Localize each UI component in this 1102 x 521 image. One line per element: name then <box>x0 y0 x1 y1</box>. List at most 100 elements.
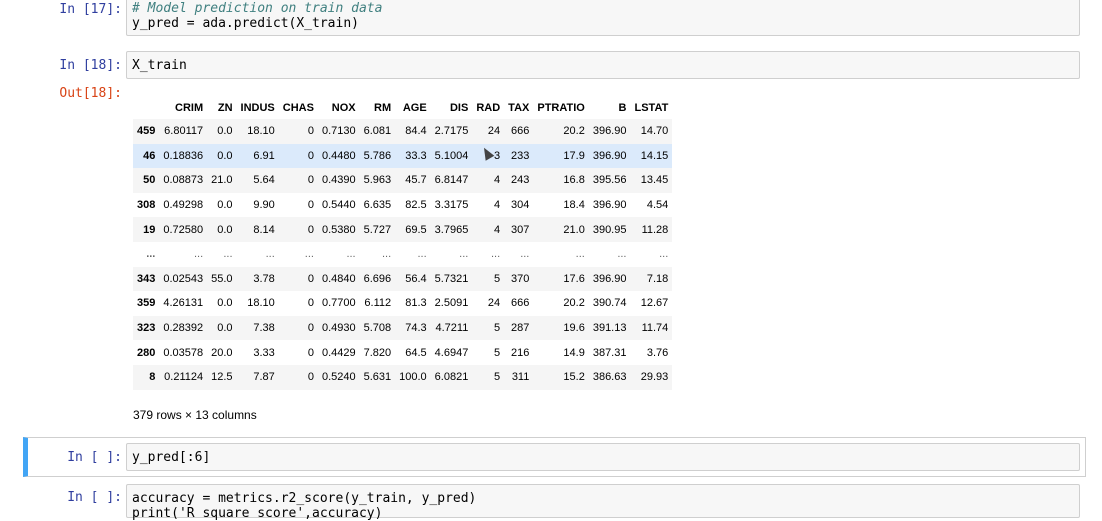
input-prompt: In [17]: <box>59 2 122 17</box>
table-cell: 6.80117 <box>164 125 204 138</box>
column-header: B <box>618 102 627 114</box>
code-comment: # Model prediction on train data <box>132 1 383 16</box>
row-index: 308 <box>137 199 156 212</box>
code-editor[interactable]: # Model prediction on train data y_pred … <box>126 0 1080 36</box>
row-index: 323 <box>137 322 156 335</box>
table-cell: 0.03578 <box>163 346 204 359</box>
table-cell: 4.7211 <box>435 322 469 335</box>
table-cell: 0.0 <box>217 125 233 138</box>
table-cell: 396.90 <box>592 125 627 138</box>
code-editor[interactable]: accuracy = metrics.r2_score(y_train, y_p… <box>126 484 1080 521</box>
table-cell: 12.5 <box>211 371 233 384</box>
table-cell: 16.8 <box>563 174 585 187</box>
table-cell: 11.74 <box>641 322 669 335</box>
row-index: ... <box>146 248 156 261</box>
table-cell: 64.5 <box>405 346 427 359</box>
column-header: LSTAT <box>634 102 669 114</box>
table-cell: 17.9 <box>563 149 585 162</box>
table-cell: 5 <box>494 371 501 384</box>
table-cell: ... <box>659 248 669 261</box>
table-cell: 11.28 <box>641 223 669 236</box>
table-row: 343 0.02543 55.0 3.78 0 0.4840 6.696 56.4 5.7321… <box>133 266 673 292</box>
table-cell: 396.90 <box>592 199 627 212</box>
table-cell: ... <box>304 248 314 261</box>
table-cell: 216 <box>511 346 530 359</box>
table-cell: 14.15 <box>640 149 669 162</box>
table-cell: ... <box>223 248 233 261</box>
table-cell: 33.3 <box>405 149 427 162</box>
table-cell: 307 <box>511 223 530 236</box>
table-cell: 24 <box>487 297 501 310</box>
table-cell: 0 <box>307 199 314 212</box>
table-cell: 243 <box>511 174 530 187</box>
table-cell: 3.3175 <box>434 199 469 212</box>
column-header: AGE <box>402 102 427 114</box>
table-cell: ... <box>381 248 392 261</box>
table-cell: 233 <box>511 149 530 162</box>
table-row: 46 0.18836 0.0 6.91 0 0.4480 5.786 33.3 5.1004 3 2… <box>133 143 673 169</box>
row-index: 359 <box>137 297 156 310</box>
table-cell: 396.90 <box>592 149 627 162</box>
table-cell: 0.4930 <box>321 322 356 335</box>
table-cell: 56.4 <box>405 272 427 285</box>
row-index: 343 <box>137 272 156 285</box>
row-index: 46 <box>143 149 156 162</box>
column-header: RAD <box>476 102 501 114</box>
table-cell: 5.727 <box>363 223 392 236</box>
table-cell: 0.7130 <box>321 125 356 138</box>
dataframe-table: CRIM ZN INDUS CHAS NOX RM AGE DIS RAD TAX PTRATIO B… <box>133 97 673 390</box>
table-cell: 0 <box>307 272 314 285</box>
table-cell: ... <box>346 248 356 261</box>
table-cell: 8.14 <box>253 223 275 236</box>
column-header: ZN <box>217 102 233 114</box>
table-cell: 0.0 <box>217 297 233 310</box>
code-editor[interactable]: y_pred[:6] <box>126 443 1080 471</box>
table-cell: 0.02543 <box>163 272 204 285</box>
table-cell: 4.26131 <box>163 297 204 310</box>
table-row: 359 4.26131 0.0 18.10 0 0.7700 6.112 81.3 2.5091… <box>133 291 672 316</box>
table-cell: 6.635 <box>363 199 392 212</box>
table-cell: 20.2 <box>563 125 585 138</box>
table-row: 308 0.49298 0.0 9.90 0 0.5440 6.635 82.5 3.3175 4… <box>133 193 672 218</box>
table-cell: 386.63 <box>592 371 627 384</box>
table-cell: 24 <box>487 125 501 138</box>
table-cell: 391.13 <box>592 322 627 335</box>
table-cell: 0 <box>307 297 314 310</box>
table-cell: 21.0 <box>563 223 585 236</box>
table-cell: 0.0 <box>217 149 233 162</box>
table-cell: 5 <box>494 322 501 335</box>
column-header: TAX <box>508 102 530 114</box>
table-cell: 82.5 <box>405 199 427 212</box>
table-cell: 12.67 <box>640 297 669 310</box>
input-prompt: In [18]: <box>59 58 122 73</box>
table-cell: 3.78 <box>253 272 275 285</box>
table-cell: 7.87 <box>253 371 275 384</box>
table-cell: 0 <box>307 322 314 335</box>
table-cell: 390.95 <box>592 223 627 236</box>
table-cell: 4 <box>494 223 501 236</box>
table-cell: 45.7 <box>405 174 427 187</box>
code-line: accuracy = metrics.r2_score(y_train, y_p… <box>132 491 477 506</box>
table-cell: 390.74 <box>592 297 627 310</box>
table-cell: 21.0 <box>211 174 233 187</box>
output-prompt: Out[18]: <box>59 86 122 101</box>
table-cell: 666 <box>511 297 530 310</box>
table-cell: 19.6 <box>563 322 585 335</box>
table-cell: 396.90 <box>592 272 627 285</box>
table-cell: 14.9 <box>563 346 585 359</box>
table-cell: 0.72580 <box>163 223 204 236</box>
column-header: DIS <box>449 102 469 114</box>
table-cell: 0.28392 <box>163 322 204 335</box>
table-cell: 4 <box>494 199 501 212</box>
table-cell: 0 <box>307 371 314 384</box>
dataframe-shape: 379 rows × 13 columns <box>133 408 257 422</box>
table-cell: 0.4840 <box>321 272 356 285</box>
input-prompt: In [ ]: <box>67 490 122 505</box>
code-editor[interactable]: X_train <box>126 51 1080 79</box>
table-cell: 0.7700 <box>321 297 356 310</box>
table-cell: ... <box>417 248 427 261</box>
table-cell: 9.90 <box>253 199 275 212</box>
table-cell: 5 <box>494 272 501 285</box>
table-cell: ... <box>520 248 530 261</box>
table-row: ........................................… <box>133 242 672 267</box>
